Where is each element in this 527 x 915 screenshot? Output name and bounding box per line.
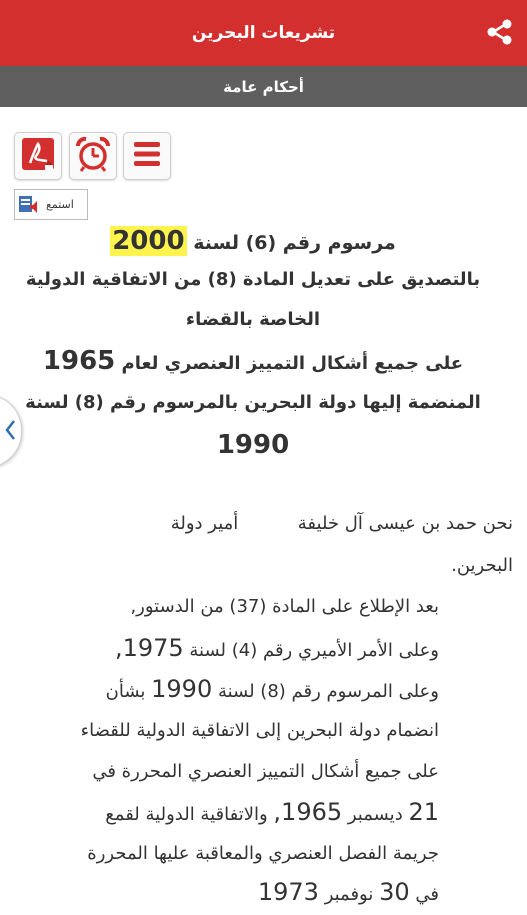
body-para-2-year: 1975, <box>114 634 184 662</box>
pdf-icon <box>19 135 57 177</box>
body-para-6-year: 1965, <box>273 798 343 826</box>
body-para-3: وعلى المرسوم رقم (8) لسنة 1990 بشأن <box>19 669 439 712</box>
speaker-icon <box>18 194 40 216</box>
body-para-5: على جميع أشكال التمييز العنصري المحررة ف… <box>92 761 439 782</box>
body-para-8: في 30 نوفمبر 1973 <box>19 872 439 915</box>
body-para-6: 21 ديسمبر 1965, والاتفاقية الدولية لقمع <box>19 792 439 835</box>
section-title: أحكام عامة <box>223 77 304 96</box>
body-para-8-prefix: في <box>415 884 439 905</box>
body-para-4: انضمام دولة البحرين إلى الاتفاقية الدولي… <box>80 720 439 741</box>
decree-title-line5: المنضمة إليها دولة البحرين بالمرسوم رقم … <box>25 392 481 413</box>
section-title-bar: أحكام عامة <box>0 66 527 107</box>
highlighted-year: 2000 <box>110 226 187 256</box>
alarm-button[interactable] <box>69 132 117 180</box>
pdf-button[interactable] <box>14 132 62 180</box>
decree-title-line1: مرسوم رقم (6) لسنة 2000 <box>20 221 486 261</box>
listen-button[interactable]: استمع <box>14 189 88 220</box>
body-para-7: جريمة الفصل العنصري والمعاقبة عليها المح… <box>87 843 439 864</box>
body-para-8-day: 30 <box>379 878 410 906</box>
decree-title-line6: 1990 <box>216 430 290 460</box>
decree-title-line4-text: على جميع أشكال التمييز العنصري لعام <box>121 353 464 374</box>
body-para-8-year: 1973 <box>257 878 319 906</box>
share-icon[interactable] <box>484 16 516 48</box>
intro-continuation: البحرين. <box>451 555 513 576</box>
body-para-2: وعلى الأمر الأميري رقم (4) لسنة 1975, <box>19 628 439 671</box>
body-para-6-day: 21 <box>408 798 439 826</box>
body-para-8-month: نوفمبر <box>324 884 374 905</box>
body-para-6-rest: والاتفاقية الدولية لقمع <box>105 804 268 825</box>
body-para-3-year: 1990 <box>151 675 213 703</box>
decree-title-line4: على جميع أشكال التمييز العنصري لعام 1965 <box>20 341 486 381</box>
decree-title-text: مرسوم رقم (6) لسنة <box>193 232 396 254</box>
menu-button[interactable] <box>123 132 171 180</box>
app-title: تشريعات البحرين <box>191 23 336 43</box>
body-para-3-text: وعلى المرسوم رقم (8) لسنة <box>217 681 439 702</box>
body-para-2-text: وعلى الأمر الأميري رقم (4) لسنة <box>189 640 439 661</box>
listen-label: استمع <box>46 198 74 211</box>
body-para-3-suffix: بشأن <box>105 681 146 702</box>
decree-title-line3: الخاصة بالقضاء <box>185 309 321 330</box>
menu-icon <box>129 136 165 176</box>
alarm-clock-icon <box>74 135 112 177</box>
chevron-left-icon <box>4 419 16 445</box>
body-para-1: بعد الإطلاع على المادة (37) من الدستور, <box>130 596 439 617</box>
decree-title-line4-year: 1965 <box>42 346 116 376</box>
decree-title-line2: بالتصديق على تعديل المادة (8) من الاتفاق… <box>25 269 481 290</box>
app-bar: تشريعات البحرين <box>0 0 527 66</box>
intro-title: أمير دولة <box>170 513 239 534</box>
intro-name: نحن حمد بن عيسى آل خليفة <box>297 513 513 534</box>
body-para-6-month: ديسمبر <box>347 804 403 825</box>
intro-line: نحن حمد بن عيسى آل خليفة أمير دولة <box>15 503 513 544</box>
drawer-handle[interactable] <box>0 394 22 468</box>
